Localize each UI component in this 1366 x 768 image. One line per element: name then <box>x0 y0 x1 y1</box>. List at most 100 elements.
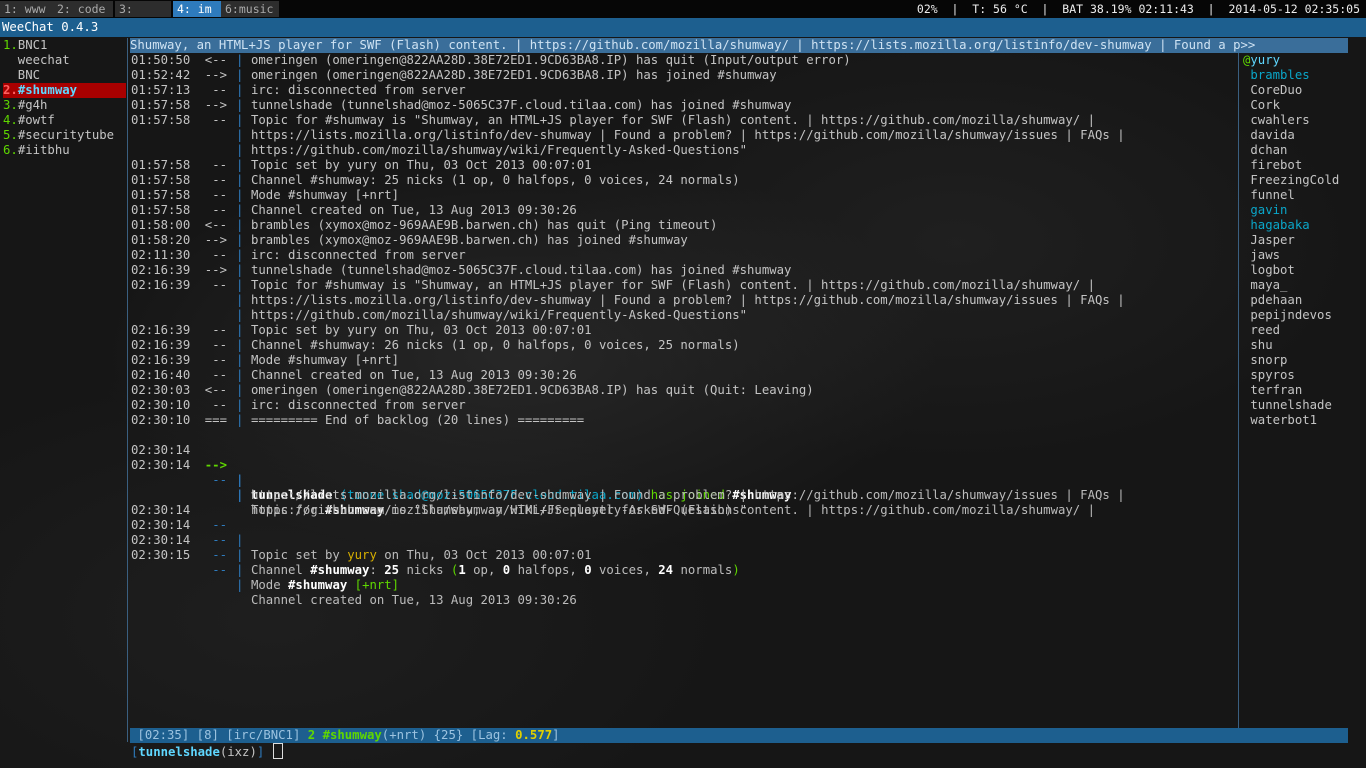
line-prefix: -- <box>212 158 227 172</box>
input-paren: ) <box>249 745 257 759</box>
nick-list-item[interactable]: CoreDuo <box>1243 83 1363 98</box>
nick-name: firebot <box>1250 158 1303 172</box>
message-text: https://lists.mozilla.org/listinfo/dev-s… <box>251 293 1125 307</box>
nick-list-item[interactable]: terfran <box>1243 383 1363 398</box>
status-lag: 0.577 <box>515 728 553 742</box>
line-prefix: -- <box>212 83 227 97</box>
input-mode: ixz <box>227 745 250 759</box>
message-text: tunnelshade (tunnelshad@moz-5065C37F.clo… <box>251 98 792 112</box>
nick-list-item[interactable]: FreezingCold <box>1243 173 1363 188</box>
line-prefix: <-- <box>204 53 227 67</box>
nick-list-item[interactable]: pepijndevos <box>1243 308 1363 323</box>
channel-name[interactable]: #shumway <box>288 578 347 592</box>
nick-list-item[interactable]: logbot <box>1243 263 1363 278</box>
buffer-number: 3. <box>3 98 18 112</box>
line-separator: | <box>236 368 244 382</box>
nick-list-item[interactable]: pdehaan <box>1243 293 1363 308</box>
timestamp: 01:57:58 <box>131 203 191 217</box>
message-text: Topic set by yury on Thu, 03 Oct 2013 00… <box>251 323 592 337</box>
message-text: irc: disconnected from server <box>251 398 466 412</box>
status-paren: ) { <box>418 728 442 742</box>
chat-line: 01:58:20 --> | brambles (xymox@moz-969AAE9B… <box>131 233 1236 248</box>
workspace-4-tab[interactable]: 4: im <box>173 1 221 17</box>
nick-list-item[interactable]: reed <box>1243 323 1363 338</box>
nick-list-item[interactable]: tunnelshade <box>1243 398 1363 413</box>
nick-list-item[interactable]: firebot <box>1243 158 1363 173</box>
nick-list-item[interactable]: hagabaka <box>1243 218 1363 233</box>
nick-name: maya_ <box>1250 278 1288 292</box>
chat-line-topic-set: 02:30:14 -- | Topic set by yury on Thu, … <box>131 488 1236 562</box>
workspace-6-tab[interactable]: 6:music <box>221 1 279 17</box>
channel-name[interactable]: #shumway <box>310 563 369 577</box>
nick-list-item[interactable]: spyros <box>1243 368 1363 383</box>
buffer-item-g4h[interactable]: 3.#g4h <box>3 98 126 113</box>
workspace-2-tab[interactable]: 2: code <box>53 1 113 17</box>
message-text: Channel created on Tue, 13 Aug 2013 09:3… <box>251 368 577 382</box>
line-prefix: -- <box>212 188 227 202</box>
timestamp: 02:11:30 <box>131 248 191 262</box>
nick-name: pepijndevos <box>1250 308 1332 322</box>
workspace-1-tab[interactable]: 1: www <box>0 1 54 17</box>
nick-list-item[interactable]: jaws <box>1243 248 1363 263</box>
message-text: irc: disconnected from server <box>251 248 466 262</box>
chat-line: 01:57:13 -- | irc: disconnected from server <box>131 83 1236 98</box>
nick-name: waterbot1 <box>1250 413 1318 427</box>
nick-list-item[interactable]: shu <box>1243 338 1363 353</box>
nick[interactable]: yury <box>347 548 377 562</box>
status-bracket: ] [ <box>181 728 205 742</box>
line-separator: | <box>236 353 244 367</box>
nick-name: spyros <box>1250 368 1295 382</box>
chat-line: | https://lists.mozilla.org/listinfo/dev-… <box>131 293 1236 308</box>
timestamp: 01:52:42 <box>131 68 191 82</box>
timestamp: 01:57:58 <box>131 188 191 202</box>
line-separator: | <box>236 233 244 247</box>
text-cursor <box>272 743 283 759</box>
input-bar[interactable]: [tunnelshade(ixz)] <box>131 743 283 759</box>
status-bracket: ] [ <box>211 728 234 742</box>
status-bar: [02:35] [8] [irc/BNC1] 2 #shumway(+nrt) … <box>130 728 1348 743</box>
weechat-title-bar: WeeChat 0.4.3 <box>0 18 1366 37</box>
nick-list-item[interactable]: davida <box>1243 128 1363 143</box>
buffer-item-bnc[interactable]: BNC <box>3 68 126 83</box>
nick-list-item[interactable]: cwahlers <box>1243 113 1363 128</box>
chat-line: 02:11:30 -- | irc: disconnected from server <box>131 248 1236 263</box>
message-text: tunnelshade (tunnelshad@moz-5065C37F.clo… <box>251 263 792 277</box>
line-prefix: --> <box>204 98 227 112</box>
nick-list-item[interactable]: funnel <box>1243 188 1363 203</box>
buffer-item-weechat[interactable]: weechat <box>3 53 126 68</box>
buffer-item-securitytube[interactable]: 5.#securitytube <box>3 128 126 143</box>
timestamp: 02:16:39 <box>131 263 191 277</box>
message-text: brambles (xymox@moz-969AAE9B.barwen.ch) … <box>251 233 688 247</box>
timestamp: 01:50:50 <box>131 53 191 67</box>
message-text: Topic for #shumway is "Shumway, an HTML+… <box>251 278 1095 292</box>
nick-list-item[interactable]: waterbot1 <box>1243 413 1363 428</box>
buffer-item-bnc1[interactable]: 1.BNC1 <box>3 38 126 53</box>
message-text: brambles (xymox@moz-969AAE9B.barwen.ch) … <box>251 218 718 232</box>
nick-list-item[interactable]: gavin <box>1243 203 1363 218</box>
nick-list-item[interactable]: maya_ <box>1243 278 1363 293</box>
nick-list-item[interactable]: dchan <box>1243 143 1363 158</box>
window-manager-bar: 1: www 2: code 3: term 4: im 6:music 02%… <box>0 0 1366 32</box>
chat-line: 01:57:58 --> | tunnelshade (tunnelshad@moz-… <box>131 98 1236 113</box>
nick-name: hagabaka <box>1250 218 1310 232</box>
buffer-item-iitbhu[interactable]: 6.#iitbhu <box>3 143 126 158</box>
line-prefix: -- <box>212 248 227 262</box>
status-bracket: ] <box>552 728 560 742</box>
chat-line: | https://lists.mozilla.org/listinfo/dev-… <box>131 128 1236 143</box>
nick-list: @yury brambles CoreDuo Cork cwahlers dav… <box>1243 53 1363 428</box>
line-separator: | <box>236 98 244 112</box>
line-separator: | <box>236 398 244 412</box>
nick-name: cwahlers <box>1250 113 1310 127</box>
nick-list-item[interactable]: brambles <box>1243 68 1363 83</box>
nick-list-item[interactable]: @yury <box>1243 53 1363 68</box>
nick-list-item[interactable]: Jasper <box>1243 233 1363 248</box>
timestamp: 02:30:03 <box>131 383 191 397</box>
workspace-3-tab[interactable]: 3: term <box>115 1 171 32</box>
buffer-item-owtf[interactable]: 4.#owtf <box>3 113 126 128</box>
buffer-item-shumway[interactable]: 2.#shumway <box>3 83 126 98</box>
nick-list-item[interactable]: Cork <box>1243 98 1363 113</box>
message-text: Channel created on Tue, 13 Aug 2013 09:3… <box>251 593 577 607</box>
buffer-name: #g4h <box>17 98 48 112</box>
buffer-name: BNC <box>3 68 41 82</box>
nick-list-item[interactable]: snorp <box>1243 353 1363 368</box>
